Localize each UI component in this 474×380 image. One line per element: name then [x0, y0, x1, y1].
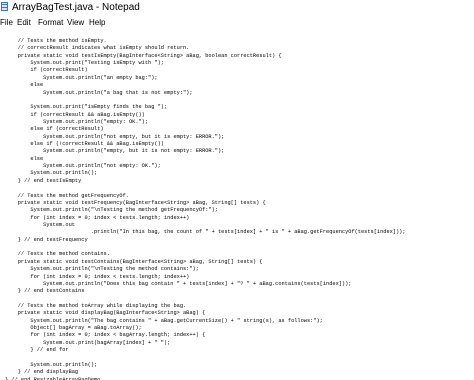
code-line: // Tests the method toArray while displa…: [5, 302, 187, 309]
code-content: // Tests the method isEmpty. // correctR…: [5, 38, 406, 380]
text-editor-area[interactable]: // Tests the method isEmpty. // correctR…: [0, 31, 474, 380]
code-line: System.out.println("empty, but it is not…: [5, 148, 225, 155]
code-line: System.out.println();: [5, 361, 98, 368]
code-line: else: [5, 155, 44, 162]
window-title: ArrayBagTest.java - Notepad: [12, 2, 140, 13]
menu-view[interactable]: View: [67, 17, 84, 28]
code-line: System.out.println("an empty bag:");: [5, 74, 158, 81]
menu-help[interactable]: Help: [89, 17, 105, 28]
code-line: System.out.print("Testing isEmpty with "…: [5, 60, 164, 67]
code-line: } // end for: [5, 347, 69, 354]
title-bar[interactable]: ArrayBagTest.java - Notepad: [0, 0, 474, 15]
code-line: } // end ResizableArrayBagDemo: [5, 376, 101, 380]
code-line: for (int index = 0; index < tests.length…: [5, 214, 190, 221]
code-line: private static void testFrequency(BagInt…: [5, 199, 266, 206]
code-line: for (int index = 0; index < tests.length…: [5, 273, 190, 280]
code-line: // Tests the method getFrequencyOf.: [5, 192, 129, 199]
code-line: } // end testContains: [5, 288, 85, 295]
code-line: // Tests the method isEmpty.: [5, 38, 107, 44]
code-line: .println("In this bag, the count of " + …: [5, 229, 406, 236]
notepad-window: ArrayBagTest.java - Notepad File Edit Fo…: [0, 0, 474, 380]
code-line: if (correctResult && aBag.isEmpty()): [5, 111, 145, 118]
code-line: System.out.println("not empty, but it is…: [5, 133, 225, 140]
code-line: } // end displayBag: [5, 369, 79, 376]
code-line: else if (!correctResult && aBag.isEmpty(…: [5, 141, 164, 148]
code-line: // Tests the method contains.: [5, 251, 110, 258]
code-line: System.out.println();: [5, 170, 98, 177]
code-line: // correctResult indicates what isEmpty …: [5, 45, 190, 52]
code-line: } // end testIsEmpty: [5, 177, 82, 184]
code-line: System.out.println("\nTesting the method…: [5, 207, 218, 214]
code-line: System.out.print(bagArray[index] + " ");: [5, 339, 171, 346]
code-line: System.out.println("Does this bag contai…: [5, 280, 352, 287]
code-line: else if (correctResult): [5, 126, 104, 133]
notepad-icon: [1, 2, 8, 11]
code-line: System.out.println("empty: OK.");: [5, 118, 149, 125]
code-line: System.out.println("\nTesting the method…: [5, 266, 199, 273]
code-line: Object[] bagArray = aBag.toArray();: [5, 325, 142, 332]
code-line: } // end testFrequency: [5, 236, 88, 243]
code-line: private static void displayBag(BagInterf…: [5, 310, 206, 317]
code-line: System.out.println("not empty: OK.");: [5, 163, 161, 170]
code-line: if (correctResult): [5, 67, 88, 74]
menu-format[interactable]: Format: [38, 17, 63, 28]
code-line: System.out.println("a bag that is not em…: [5, 89, 193, 96]
menu-edit[interactable]: Edit: [17, 17, 31, 28]
code-line: System.out.print("isEmpty finds the bag …: [5, 104, 168, 111]
menu-bar: File Edit Format View Help: [0, 16, 474, 30]
code-line: private static void testContains(BagInte…: [5, 258, 263, 265]
code-line: System.out.println("The bag contains " +…: [5, 317, 323, 324]
code-line: private static void testIsEmpty(BagInter…: [5, 52, 282, 59]
code-line: for (int index = 0; index < bagArray.len…: [5, 332, 206, 339]
menu-file[interactable]: File: [0, 17, 13, 28]
code-line: else: [5, 82, 44, 89]
code-line: System.out: [5, 221, 75, 228]
